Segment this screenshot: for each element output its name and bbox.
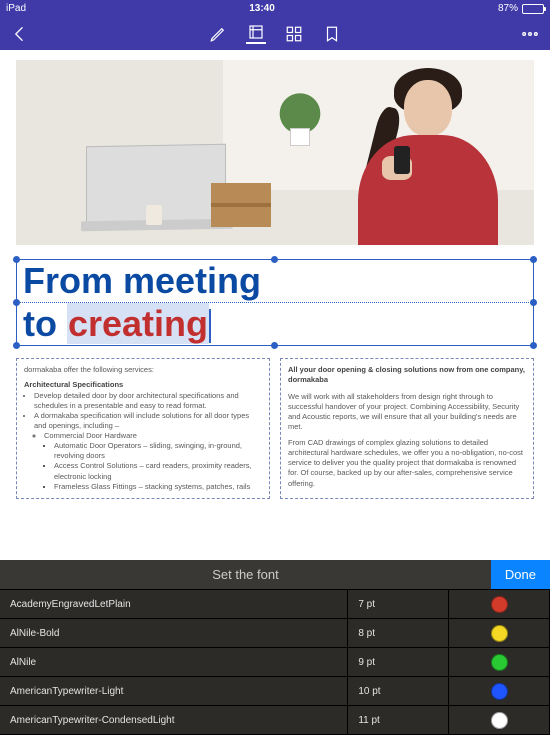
right-p1: We will work with all stakeholders from … [288,392,526,433]
left-subhead: Commercial Door Hardware [44,431,262,441]
resize-handle[interactable] [271,256,278,263]
right-lead: All your door opening & closing solution… [288,365,525,384]
frame-icon[interactable] [246,24,266,44]
status-device: iPad [6,3,26,14]
size-option[interactable]: 7 pt [348,590,449,619]
more-icon[interactable] [520,24,540,44]
resize-handle[interactable] [530,342,537,349]
left-column[interactable]: dormakaba offer the following services: … [16,358,270,499]
color-option[interactable] [449,677,550,706]
page: From meeting to creating dormakaba offer… [16,60,534,499]
battery-icon [522,4,544,14]
size-list[interactable]: 7 pt 8 pt 9 pt 10 pt 11 pt [348,590,449,735]
color-option[interactable] [449,590,550,619]
headline-prefix: to [23,303,67,344]
left-section-title: Architectural Specifications [24,380,123,389]
status-time: 13:40 [26,3,498,14]
color-swatch [491,712,508,729]
battery-percent: 87% [498,3,518,14]
resize-handle[interactable] [530,299,537,306]
hero-image [16,60,534,245]
left-bullet: Develop detailed door by door architectu… [34,391,262,411]
font-picker-panel: Set the font Done AcademyEngravedLetPlai… [0,560,550,735]
body-columns: dormakaba offer the following services: … [16,358,534,499]
color-option[interactable] [449,706,550,735]
left-bullet: A dormakaba specification will include s… [34,411,262,431]
document-canvas[interactable]: From meeting to creating dormakaba offer… [0,50,550,560]
back-icon[interactable] [10,24,30,44]
bookmark-icon[interactable] [322,24,342,44]
color-swatch [491,654,508,671]
font-option[interactable]: AlNile [0,648,348,677]
status-bar: iPad 13:40 87% [0,0,550,17]
pen-icon[interactable] [208,24,228,44]
font-list[interactable]: AcademyEngravedLetPlain AlNile-Bold AlNi… [0,590,348,735]
color-option[interactable] [449,619,550,648]
size-option[interactable]: 11 pt [348,706,449,735]
headline-highlight: creating [67,303,209,344]
resize-handle[interactable] [13,342,20,349]
resize-handle[interactable] [13,256,20,263]
headline-line1: From meeting [17,260,533,303]
left-sub-bullet: Automatic Door Operators – sliding, swin… [54,441,262,461]
color-option[interactable] [449,648,550,677]
left-sub-bullet: Frameless Glass Fittings – stacking syst… [54,482,262,492]
right-column[interactable]: All your door opening & closing solution… [280,358,534,499]
color-swatch [491,625,508,642]
size-option[interactable]: 10 pt [348,677,449,706]
panel-title: Set the font [0,567,491,582]
font-option[interactable]: AcademyEngravedLetPlain [0,590,348,619]
right-p2: From CAD drawings of complex glazing sol… [288,438,526,489]
resize-handle[interactable] [271,342,278,349]
headline-line2: to creating [17,303,533,345]
left-intro: dormakaba offer the following services: [24,365,262,375]
selected-text-frame[interactable]: From meeting to creating [16,259,534,346]
grid-icon[interactable] [284,24,304,44]
color-swatch [491,683,508,700]
font-option[interactable]: AmericanTypewriter-Light [0,677,348,706]
resize-handle[interactable] [530,256,537,263]
font-option[interactable]: AlNile-Bold [0,619,348,648]
resize-handle[interactable] [13,299,20,306]
color-list[interactable] [449,590,550,735]
size-option[interactable]: 8 pt [348,619,449,648]
color-swatch [491,596,508,613]
size-option[interactable]: 9 pt [348,648,449,677]
app-toolbar [0,17,550,50]
font-option[interactable]: AmericanTypewriter-CondensedLight [0,706,348,735]
text-cursor [209,309,211,343]
status-right: 87% [498,3,544,14]
panel-header: Set the font Done [0,560,550,590]
done-button[interactable]: Done [491,560,550,589]
left-sub-bullet: Access Control Solutions – card readers,… [54,461,262,481]
